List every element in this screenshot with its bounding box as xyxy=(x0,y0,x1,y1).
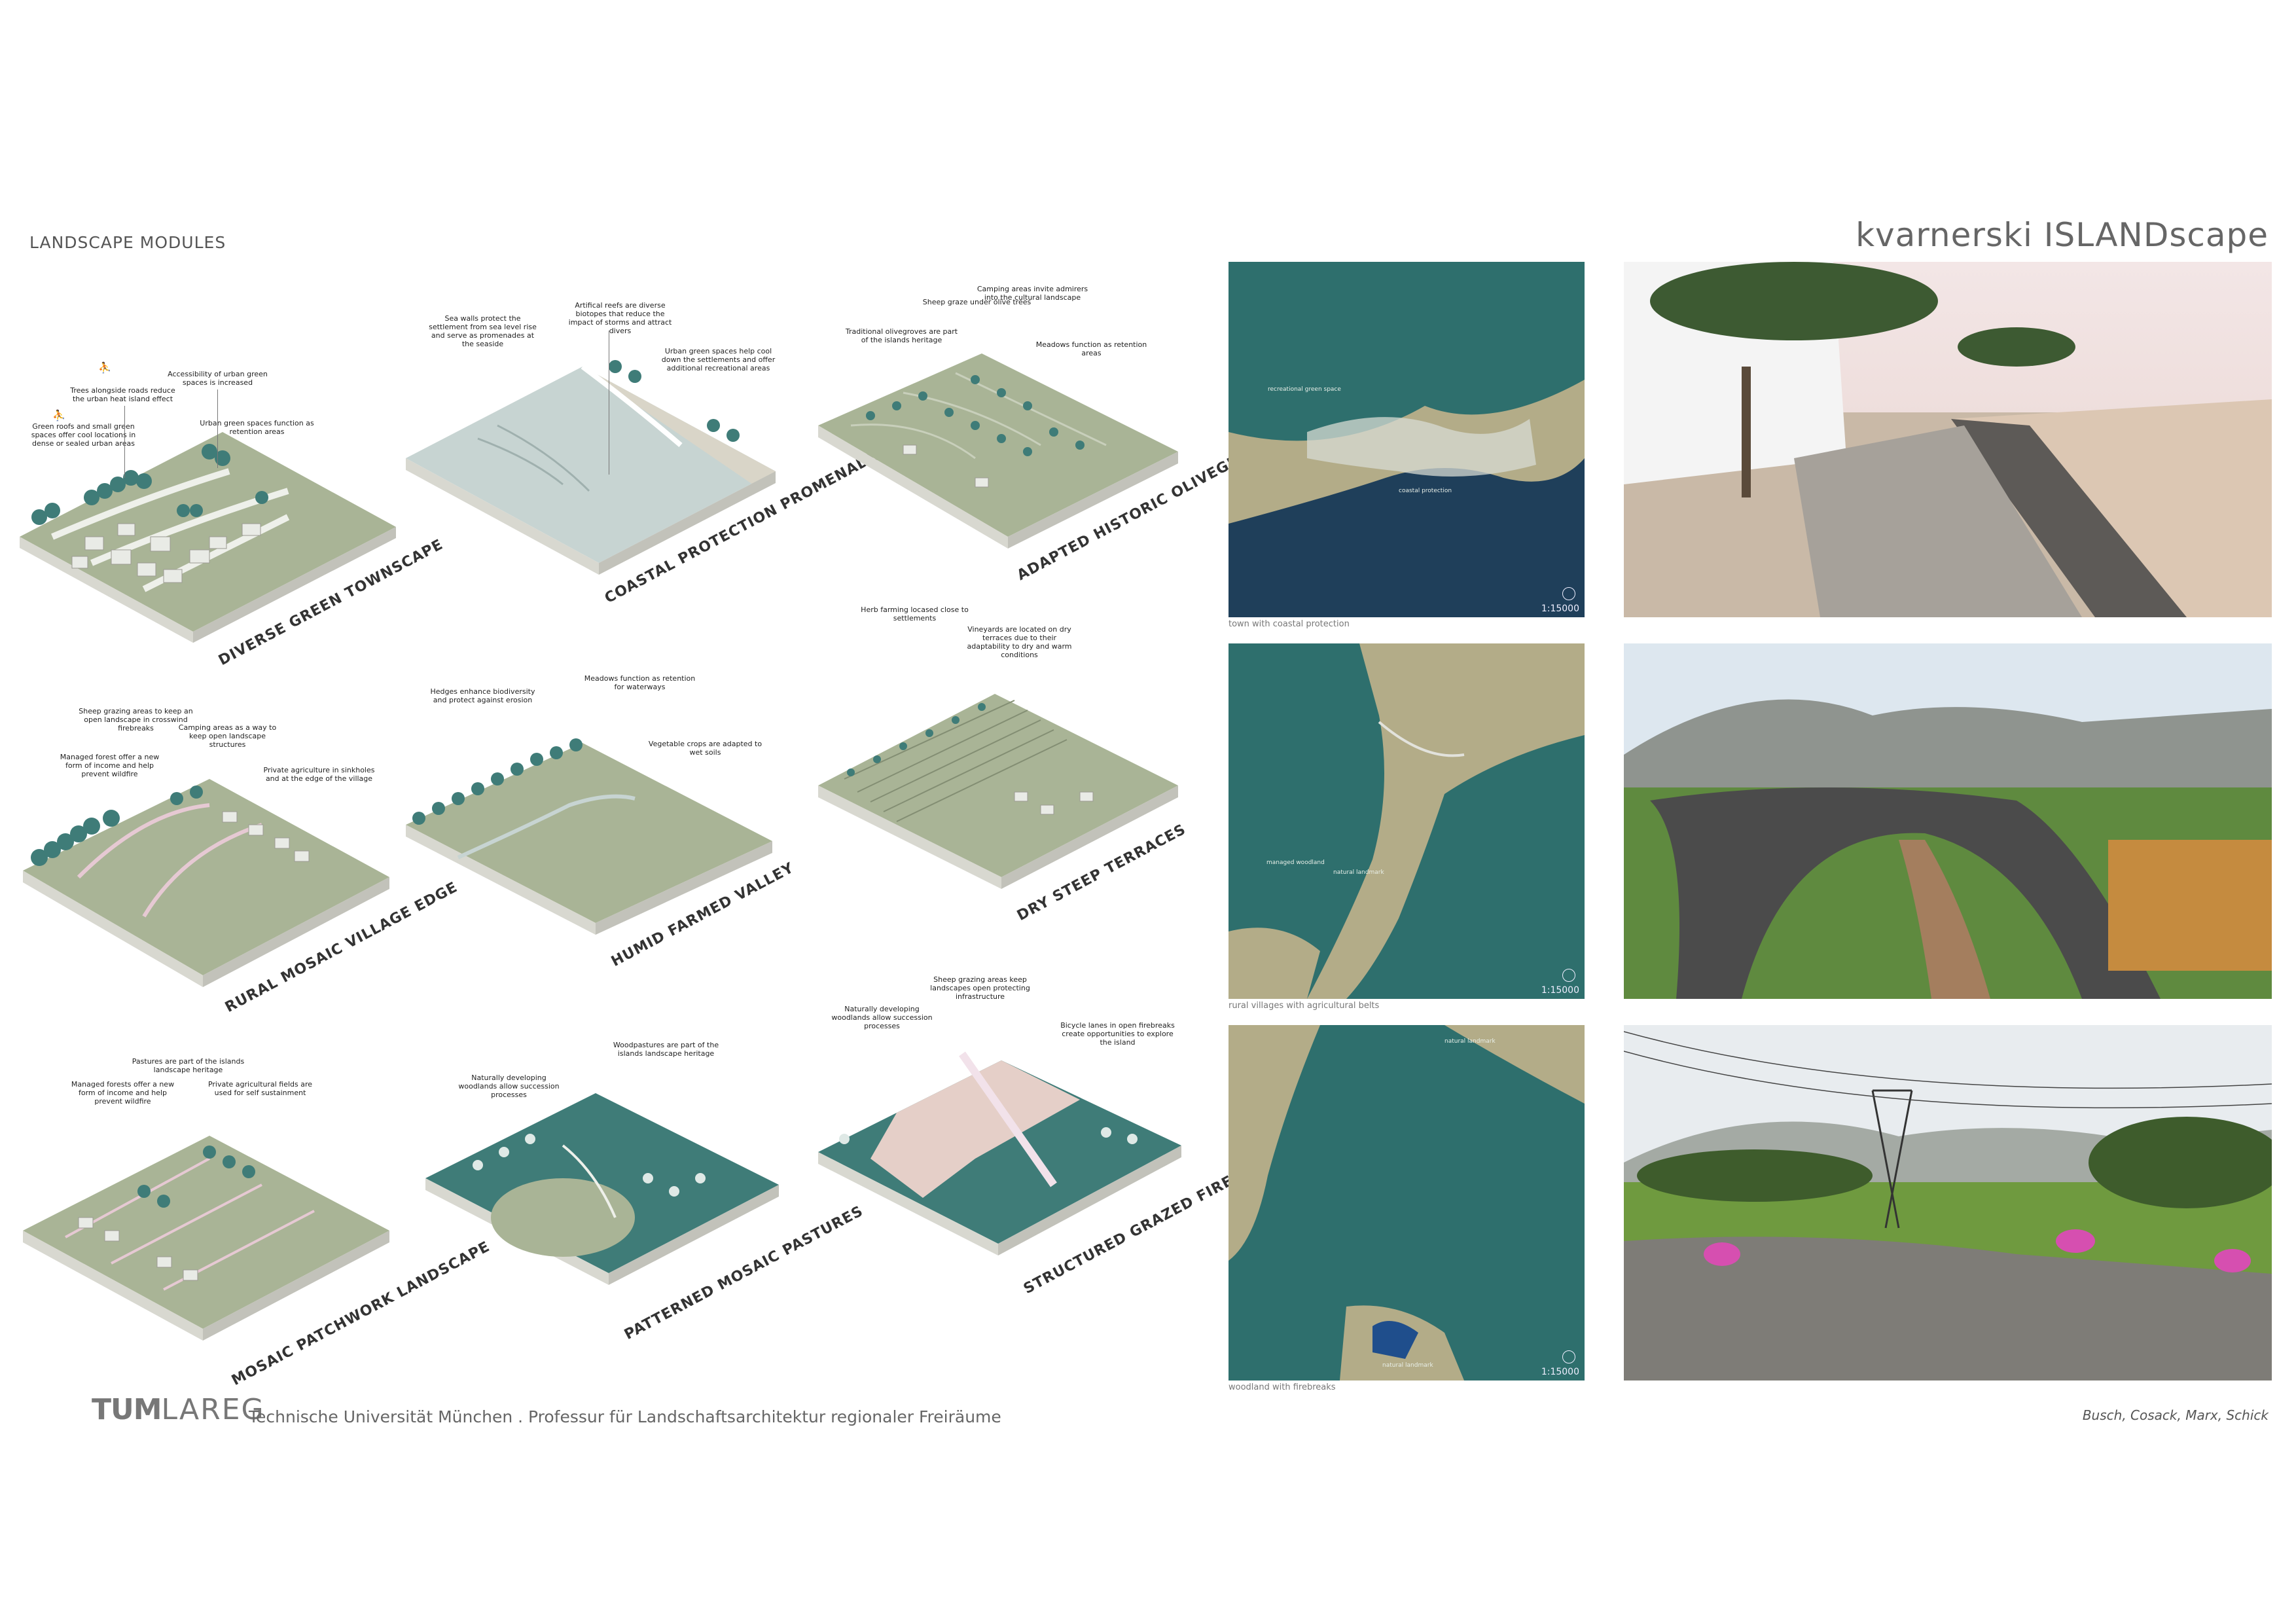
map-label: coastal protection xyxy=(1399,488,1452,494)
person-icon: ⛹ xyxy=(52,409,65,422)
annotation: Sheep grazing areas keep landscapes open… xyxy=(930,975,1030,1001)
visualization-image xyxy=(1624,262,2272,617)
authors: Busch, Cosack, Marx, Schick xyxy=(2082,1407,2269,1423)
module-humid-farmed-valley: Meadows function as retention for waterw… xyxy=(399,661,797,1028)
module-mosaic-patchwork-landscape: Pastures are part of the islands landsca… xyxy=(13,1041,493,1407)
module-patterned-mosaic-pastures: Woodpastures are part of the islands lan… xyxy=(399,1021,866,1388)
module-diverse-green-townscape: ⛹ ⛹ Accessibility of urban green spaces … xyxy=(13,340,446,707)
annotation: Vineyards are located on dry terraces du… xyxy=(967,625,1072,659)
map-label: natural landmark xyxy=(1382,1362,1433,1369)
module-coastal-protection-promenade: Sea walls protect the settlement from se… xyxy=(399,275,882,641)
annotation: Trees alongside roads reduce the urban h… xyxy=(70,386,175,403)
tum-lareg-logo: TUMLAREG xyxy=(92,1393,265,1426)
map-woodland-firebreaks: natural landmark natural landmark 1:1500… xyxy=(1229,1025,1585,1380)
north-arrow-icon xyxy=(1562,969,1575,982)
module-rural-mosaic-village-edge: Sheep grazing areas to keep an open land… xyxy=(13,681,460,1047)
map-scale: 1:15000 xyxy=(1541,1367,1579,1377)
map-rural-villages: managed woodland natural landmark 1:1500… xyxy=(1229,643,1585,999)
isometric-block-illustration xyxy=(406,738,772,935)
annotation: Naturally developing woodlands allow suc… xyxy=(831,1005,933,1030)
annotation: Artifical reefs are diverse biotopes tha… xyxy=(568,301,672,335)
map-caption: rural villages with agricultural belts xyxy=(1229,1001,1380,1011)
annotation: Camping areas as a way to keep open land… xyxy=(178,723,277,749)
site-plan xyxy=(1229,1025,1585,1380)
map-scale: 1:15000 xyxy=(1541,604,1579,614)
annotation: Green roofs and small green spaces offer… xyxy=(31,422,136,448)
map-label: natural landmark xyxy=(1444,1038,1496,1045)
annotation: Vegetable crops are adapted to wet soils xyxy=(648,740,762,757)
person-icon: ⛹ xyxy=(98,361,111,374)
map-town-coastal: recreational green space coastal protect… xyxy=(1229,262,1585,617)
module-dry-steep-terraces: Herb farming locased close to settlement… xyxy=(805,596,1198,962)
annotation: Managed forests offer a new form of inco… xyxy=(71,1080,175,1106)
annotation: Urban green spaces help cool down the se… xyxy=(661,347,776,372)
north-arrow-icon xyxy=(1562,587,1575,600)
annotation: Managed forest offer a new form of incom… xyxy=(60,753,160,778)
map-label: managed woodland xyxy=(1266,859,1325,866)
annotation: Hedges enhance biodiversity and protect … xyxy=(430,687,535,704)
annotation: Herb farming locased close to settlement… xyxy=(861,605,969,623)
annotation: Private agriculture in sinkholes and at … xyxy=(263,766,375,783)
annotation: Camping areas invite admirers into the c… xyxy=(977,285,1088,302)
logo-tum: TUM xyxy=(92,1393,162,1426)
annotation: Meadows function as retention areas xyxy=(1035,340,1147,357)
annotation: Private agricultural fields are used for… xyxy=(207,1080,313,1097)
visualization-image xyxy=(1624,1025,2272,1380)
annotation: Meadows function as retention for waterw… xyxy=(584,674,696,691)
north-arrow-icon xyxy=(1562,1350,1575,1363)
institution-text: Technische Universität München . Profess… xyxy=(249,1407,1001,1426)
site-plan xyxy=(1229,643,1585,999)
map-caption: woodland with firebreaks xyxy=(1229,1382,1336,1392)
map-caption: town with coastal protection xyxy=(1229,619,1350,629)
module-adapted-historic-olivegroves: Sheep graze under olive trees Camping ar… xyxy=(805,275,1283,641)
annotation: Bicycle lanes in open firebreaks create … xyxy=(1060,1021,1175,1047)
annotation: Traditional olivegroves are part of the … xyxy=(845,327,958,344)
annotation: Accessibility of urban green spaces is i… xyxy=(168,370,268,387)
map-label: recreational green space xyxy=(1268,386,1341,393)
render-coastal-promenade xyxy=(1624,262,2272,617)
project-title: kvarnerski ISLANDscape xyxy=(1856,216,2269,254)
map-label: natural landmark xyxy=(1333,869,1384,876)
site-plan xyxy=(1229,262,1585,617)
annotation: Woodpastures are part of the islands lan… xyxy=(613,1041,719,1058)
annotation: Pastures are part of the islands landsca… xyxy=(132,1057,245,1074)
module-structured-grazed-firebreak: Sheep grazing areas keep landscapes open… xyxy=(805,962,1287,1329)
render-rural-market xyxy=(1624,643,2272,999)
section-title: LANDSCAPE MODULES xyxy=(29,233,226,252)
map-scale: 1:15000 xyxy=(1541,985,1579,996)
visualization-image xyxy=(1624,643,2272,999)
render-firebreak-powerline xyxy=(1624,1025,2272,1380)
annotation: Sea walls protect the settlement from se… xyxy=(429,314,537,348)
annotation: Naturally developing woodlands allow suc… xyxy=(458,1074,560,1099)
